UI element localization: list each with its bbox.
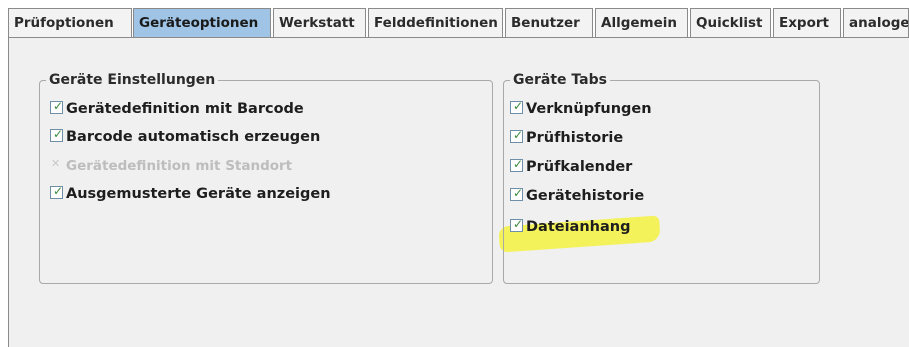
option-label: Barcode automatisch erzeugen (66, 129, 321, 145)
tab-benutzer[interactable]: Benutzer (505, 8, 593, 37)
option-geraetedefinition-mit-barcode[interactable]: ✓ Gerätedefinition mit Barcode (50, 98, 304, 120)
group-title: Geräte Einstellungen (46, 71, 219, 89)
checkbox[interactable]: ✓ (510, 157, 524, 172)
checkbox[interactable]: ✓ (510, 128, 524, 143)
check-icon: ✓ (513, 157, 524, 171)
check-icon: ✓ (53, 99, 64, 113)
check-icon: ✓ (513, 99, 524, 113)
tab-export[interactable]: Export (773, 8, 841, 37)
tab-werkstatt[interactable]: Werkstatt (273, 8, 366, 37)
option-label: Ausgemusterte Geräte anzeigen (66, 186, 331, 202)
option-label: Gerätedefinition mit Standort (66, 158, 293, 174)
option-geraetehistorie[interactable]: ✓ Gerätehistorie (510, 185, 644, 207)
tab-label: Quicklist (696, 15, 763, 31)
check-icon: ✓ (53, 184, 64, 198)
tab-label: Felddefinitionen (374, 15, 498, 31)
group-geraete-tabs: Geräte Tabs ✓ Verknüpfungen ✓ Prüfhistorie… (503, 71, 820, 284)
checkbox[interactable]: ✓ (50, 99, 64, 114)
option-label: Dateianhang (526, 219, 631, 235)
tab-label: Werkstatt (279, 15, 355, 31)
check-icon: ✕ (51, 157, 61, 170)
option-label: Gerätehistorie (526, 188, 645, 204)
tab-label: Export (779, 15, 829, 31)
tab-bar: Prüfoptionen Geräteoptionen Werkstatt Fe… (0, 0, 909, 39)
checkbox: ✕ (50, 157, 62, 171)
tab-analoge[interactable]: analoge (843, 8, 909, 37)
checkbox[interactable]: ✓ (50, 127, 64, 142)
checkbox[interactable]: ✓ (510, 217, 524, 232)
option-dateianhang[interactable]: ✓ Dateianhang (510, 216, 630, 238)
tab-quicklist[interactable]: Quicklist (690, 8, 771, 37)
tab-geraeteoptionen[interactable]: Geräteoptionen (133, 8, 271, 37)
option-label: Prüfhistorie (526, 130, 624, 146)
group-title: Geräte Tabs (510, 71, 610, 89)
tab-felddefinitionen[interactable]: Felddefinitionen (368, 8, 503, 37)
check-icon: ✓ (513, 128, 524, 142)
check-icon: ✓ (53, 127, 64, 141)
tab-label: Geräteoptionen (139, 15, 259, 31)
group-geraete-einstellungen: Geräte Einstellungen ✓ Gerätedefinition m… (39, 71, 493, 284)
option-pruefhistorie[interactable]: ✓ Prüfhistorie (510, 127, 623, 149)
option-pruefkalender[interactable]: ✓ Prüfkalender (510, 156, 632, 178)
tab-content-panel: Geräte Einstellungen ✓ Gerätedefinition m… (8, 37, 909, 347)
option-label: Verknüpfungen (526, 101, 652, 117)
check-icon: ✓ (513, 217, 524, 231)
option-barcode-automatisch-erzeugen[interactable]: ✓ Barcode automatisch erzeugen (50, 126, 320, 148)
option-geraetedefinition-mit-standort: ✕ Gerätedefinition mit Standort (50, 155, 292, 177)
tab-allgemein[interactable]: Allgemein (595, 8, 688, 37)
tab-pruefoptionen[interactable]: Prüfoptionen (8, 8, 132, 37)
checkbox[interactable]: ✓ (510, 99, 524, 114)
checkbox[interactable]: ✓ (510, 186, 524, 201)
option-label: Gerätedefinition mit Barcode (66, 101, 304, 117)
tab-label: Allgemein (601, 15, 677, 31)
tab-label: analoge (849, 15, 909, 31)
option-label: Prüfkalender (526, 159, 633, 175)
option-verknuepfungen[interactable]: ✓ Verknüpfungen (510, 98, 652, 120)
option-ausgemusterte-geraete-anzeigen[interactable]: ✓ Ausgemusterte Geräte anzeigen (50, 183, 331, 205)
tab-label: Prüfoptionen (14, 15, 114, 31)
tab-label: Benutzer (511, 15, 580, 31)
check-icon: ✓ (513, 186, 524, 200)
checkbox[interactable]: ✓ (50, 184, 64, 199)
